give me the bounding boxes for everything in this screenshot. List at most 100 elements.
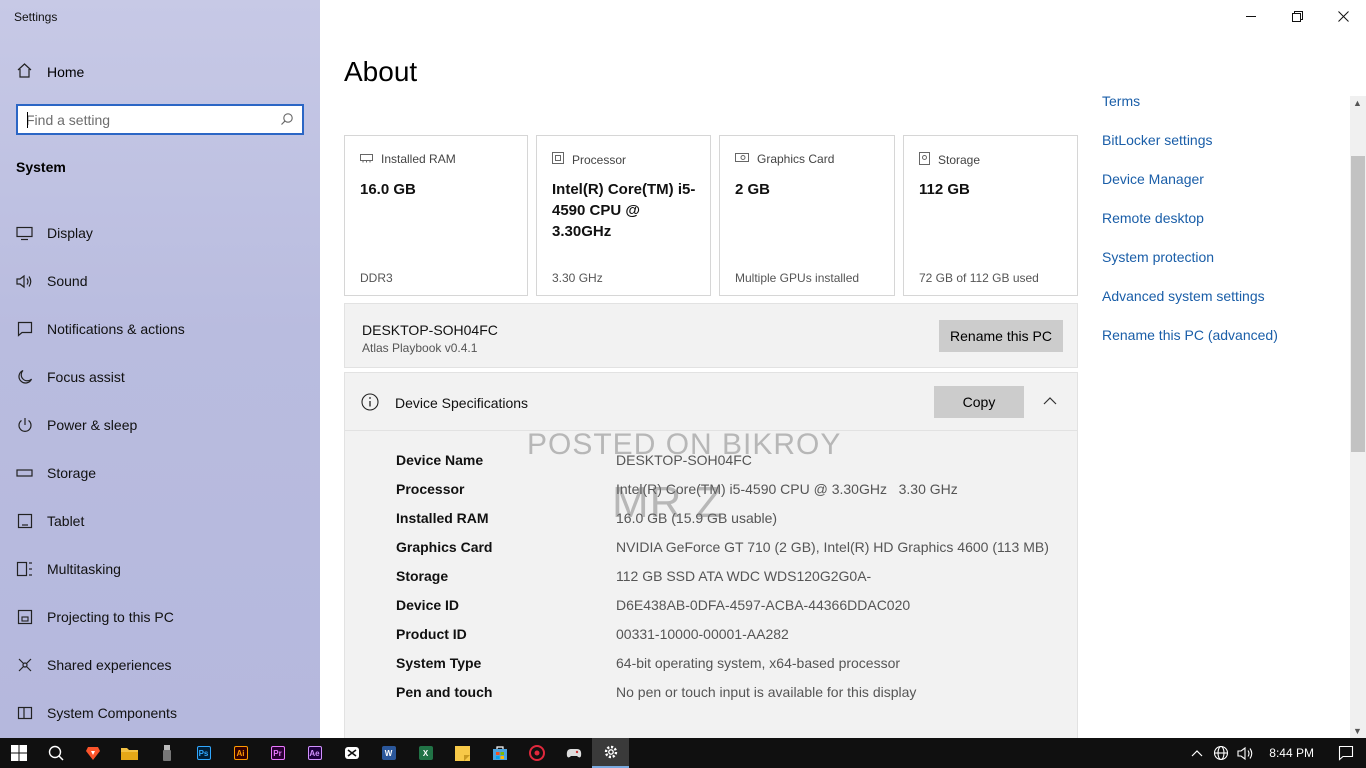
link-terms[interactable]: Terms [1102, 92, 1278, 131]
spec-value: DESKTOP-SOH04FC [616, 452, 752, 468]
sidebar-item-label: Power & sleep [47, 417, 138, 433]
link-device-manager[interactable]: Device Manager [1102, 170, 1278, 209]
scroll-up-icon[interactable]: ▲ [1353, 98, 1362, 108]
card-value: 2 GB [735, 181, 771, 198]
sidebar-item-storage[interactable]: Storage [0, 449, 320, 497]
brave-icon[interactable] [74, 738, 111, 768]
storage-icon [16, 465, 33, 482]
store-icon[interactable] [481, 738, 518, 768]
moon-icon [16, 369, 33, 386]
copy-button[interactable]: Copy [934, 386, 1024, 418]
card-header: Storage [938, 153, 981, 167]
network-globe-icon[interactable] [1209, 738, 1233, 768]
spec-key: Storage [396, 568, 449, 584]
sidebar-item-focus-assist[interactable]: Focus assist [0, 353, 320, 401]
sidebar-item-label: Notifications & actions [47, 321, 185, 337]
search-icon[interactable] [280, 112, 294, 131]
file-explorer-icon[interactable] [111, 738, 148, 768]
sidebar-item-label: Tablet [47, 513, 85, 529]
monitor-icon [16, 225, 33, 242]
scrollbar[interactable]: ▲ ▼ [1350, 96, 1366, 738]
card-value: Intel(R) Core(TM) i5-4590 CPU @ 3.30GHz [552, 181, 696, 240]
spec-header[interactable]: Device Specifications Copy [345, 373, 1077, 431]
card-installed-ram: Installed RAM 16.0 GB DDR3 [344, 135, 528, 296]
close-icon[interactable] [1320, 0, 1366, 32]
card-header: Installed RAM [381, 152, 456, 166]
capcut-icon[interactable] [333, 738, 370, 768]
link-advanced-system-settings[interactable]: Advanced system settings [1102, 287, 1278, 326]
clock[interactable]: 8:44 PM [1257, 746, 1326, 760]
sticky-notes-icon[interactable] [444, 738, 481, 768]
premiere-icon[interactable]: Pr [259, 738, 296, 768]
spec-key: Device ID [396, 597, 460, 613]
minimize-icon[interactable] [1228, 0, 1274, 32]
spec-row: Processor Intel(R) Core(TM) i5-4590 CPU @… [396, 481, 1049, 510]
sidebar-nav: Display Sound Notifications & actions Fo… [0, 209, 320, 737]
spec-row: Storage 112 GB SSD ATA WDC WDS120G2G0A- [396, 568, 1049, 597]
sidebar-item-tablet[interactable]: Tablet [0, 497, 320, 545]
illustrator-icon[interactable]: Ai [222, 738, 259, 768]
volume-icon[interactable] [1233, 738, 1257, 768]
gpu-icon [735, 152, 749, 166]
sidebar-item-shared-experiences[interactable]: Shared experiences [0, 641, 320, 689]
app-title: Settings [14, 10, 58, 24]
sidebar-item-power-sleep[interactable]: Power & sleep [0, 401, 320, 449]
sidebar-item-label: System Components [47, 705, 177, 721]
opera-icon[interactable] [518, 738, 555, 768]
settings-icon[interactable] [592, 738, 629, 768]
system-tray: 8:44 PM [1185, 738, 1366, 768]
game-icon[interactable] [555, 738, 592, 768]
tablet-icon [16, 513, 33, 530]
sidebar-item-notifications[interactable]: Notifications & actions [0, 305, 320, 353]
link-rename-pc-advanced[interactable]: Rename this PC (advanced) [1102, 326, 1278, 365]
spec-key: Device Name [396, 452, 484, 468]
disk-icon [919, 152, 930, 168]
spec-key: Installed RAM [396, 510, 489, 526]
sidebar-item-system-components[interactable]: System Components [0, 689, 320, 737]
search-input[interactable] [18, 106, 268, 133]
photoshop-icon[interactable]: Ps [185, 738, 222, 768]
chevron-up-icon[interactable] [1043, 393, 1057, 411]
text-cursor [27, 112, 28, 128]
rename-pc-button[interactable]: Rename this PC [939, 320, 1063, 352]
spec-rows: Device Name DESKTOP-SOH04FC Processor Inte… [396, 452, 1049, 713]
restore-icon[interactable] [1274, 0, 1320, 32]
start-button-icon[interactable] [0, 738, 37, 768]
link-remote-desktop[interactable]: Remote desktop [1102, 209, 1278, 248]
spec-row: Product ID 00331-10000-00001-AA282 [396, 626, 1049, 655]
excel-icon[interactable]: X [407, 738, 444, 768]
home-icon [16, 62, 33, 82]
word-icon[interactable]: W [370, 738, 407, 768]
related-settings-links: Terms BitLocker settings Device Manager … [1102, 92, 1278, 365]
spec-value: 64-bit operating system, x64-based proce… [616, 655, 901, 671]
sidebar-item-multitasking[interactable]: Multitasking [0, 545, 320, 593]
spec-title: Device Specifications [395, 395, 529, 411]
notification-icon [16, 321, 33, 338]
spec-row: Device Name DESKTOP-SOH04FC [396, 452, 1049, 481]
sidebar-item-label: Projecting to this PC [47, 609, 174, 625]
sidebar-item-sound[interactable]: Sound [0, 257, 320, 305]
card-graphics: Graphics Card 2 GB Multiple GPUs install… [719, 135, 895, 296]
chevron-up-icon[interactable] [1185, 738, 1209, 768]
multitasking-icon [16, 561, 33, 578]
sidebar-item-display[interactable]: Display [0, 209, 320, 257]
section-label: System [16, 159, 66, 175]
sidebar-item-projecting[interactable]: Projecting to this PC [0, 593, 320, 641]
usb-icon[interactable] [148, 738, 185, 768]
scrollbar-thumb[interactable] [1351, 156, 1365, 452]
spec-value: D6E438AB-0DFA-4597-ACBA-44366DDAC020 [616, 597, 911, 613]
spec-key: Graphics Card [396, 539, 493, 555]
pc-name: DESKTOP-SOH04FC [362, 322, 498, 338]
link-bitlocker[interactable]: BitLocker settings [1102, 131, 1278, 170]
spec-value: No pen or touch input is available for t… [616, 684, 917, 700]
search-box[interactable] [16, 104, 304, 135]
search-icon[interactable] [37, 738, 74, 768]
home-nav-item[interactable]: Home [16, 62, 84, 82]
main-content: About Installed RAM 16.0 GB DDR3 Process… [320, 0, 1366, 738]
action-center-icon[interactable] [1326, 738, 1366, 768]
scroll-down-icon[interactable]: ▼ [1353, 726, 1362, 736]
share-icon [16, 657, 33, 674]
pc-name-panel: DESKTOP-SOH04FC Atlas Playbook v0.4.1 Re… [344, 303, 1078, 368]
after-effects-icon[interactable]: Ae [296, 738, 333, 768]
link-system-protection[interactable]: System protection [1102, 248, 1278, 287]
